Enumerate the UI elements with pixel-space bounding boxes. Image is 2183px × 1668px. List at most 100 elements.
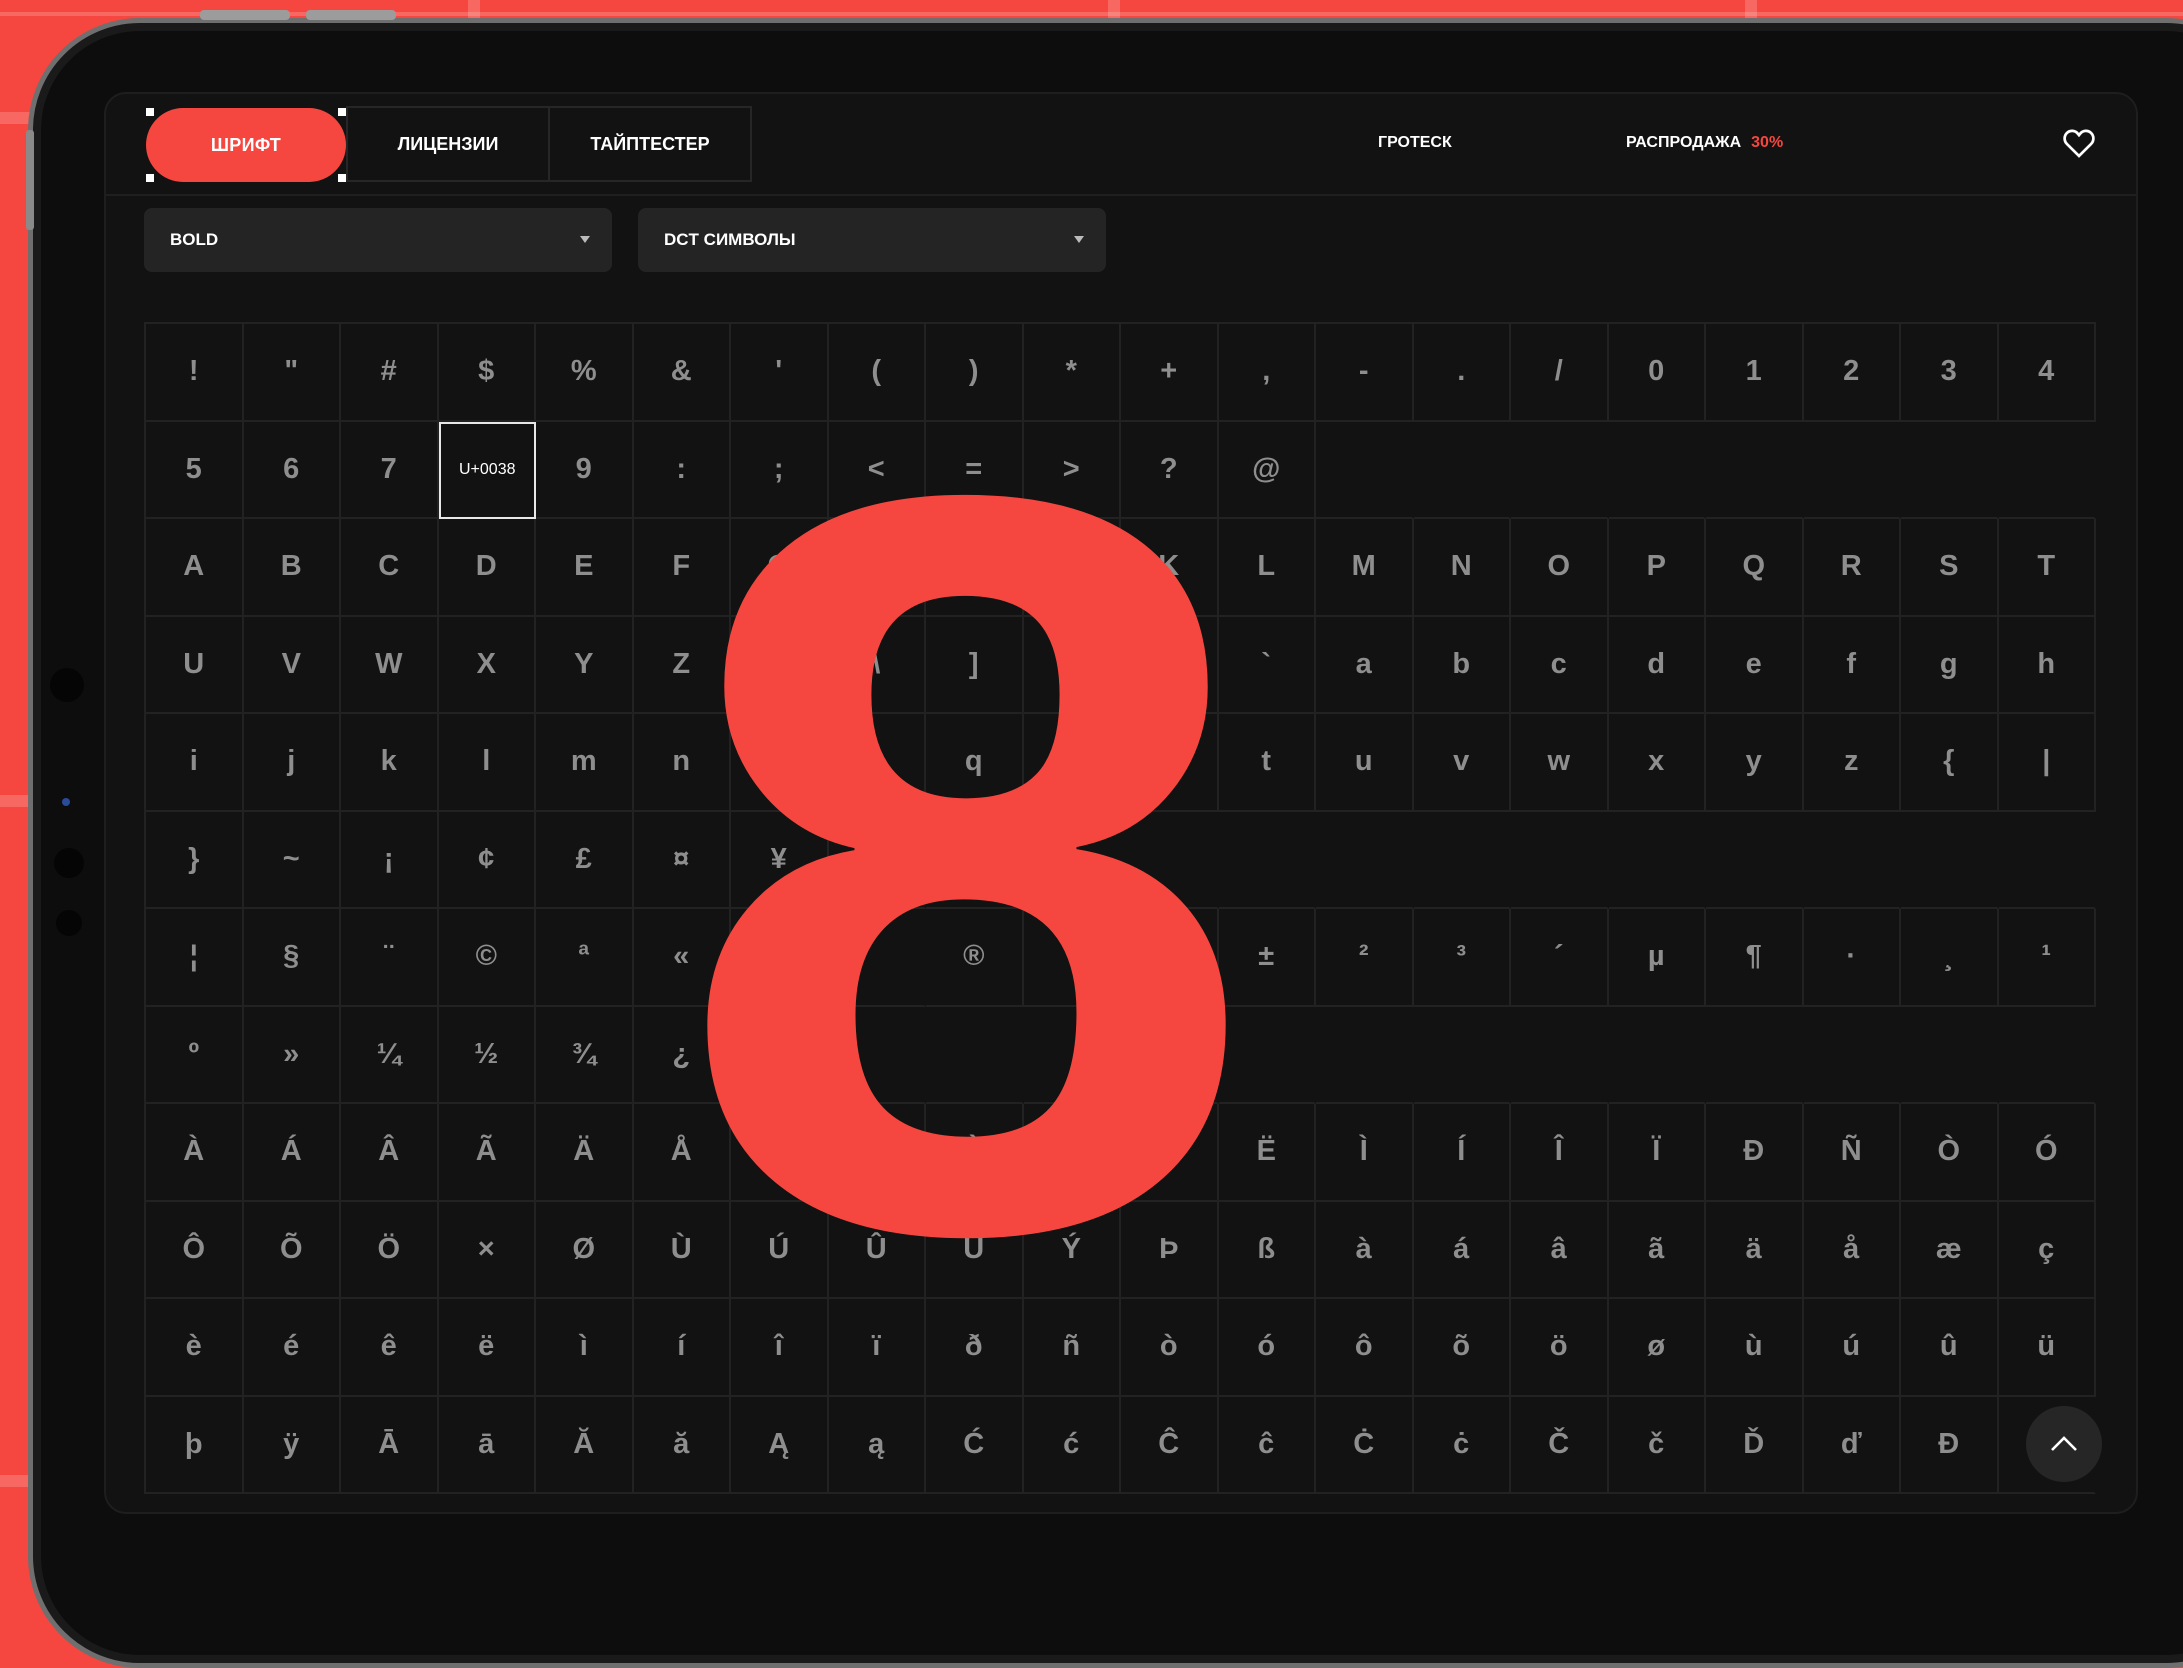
glyph-cell[interactable]: ': [731, 324, 829, 422]
glyph-cell[interactable]: #: [341, 324, 439, 422]
glyph-cell[interactable]: ď: [1803, 1396, 1901, 1494]
glyph-cell[interactable]: *: [1023, 324, 1121, 422]
glyph-cell[interactable]: :: [633, 421, 731, 519]
glyph-cell[interactable]: l: [438, 714, 536, 812]
glyph-cell[interactable]: 7: [341, 421, 439, 519]
glyph-cell[interactable]: ": [243, 324, 341, 422]
glyph-cell[interactable]: {: [1901, 714, 1999, 812]
glyph-cell[interactable]: ·: [1803, 909, 1901, 1007]
glyph-cell[interactable]: ´: [1511, 909, 1609, 1007]
glyph-cell[interactable]: Ċ: [1316, 1396, 1414, 1494]
glyph-cell[interactable]: Ă: [536, 1396, 634, 1494]
glyph-cell[interactable]: N: [1413, 519, 1511, 617]
glyph-cell[interactable]: \: [828, 616, 926, 714]
glyph-cell[interactable]: ô: [1316, 1299, 1414, 1397]
glyph-cell[interactable]: ì: [536, 1299, 634, 1397]
glyph-cell[interactable]: ?: [1121, 421, 1219, 519]
glyph-cell[interactable]: X: [438, 616, 536, 714]
glyph-cell[interactable]: C: [341, 519, 439, 617]
glyph-cell[interactable]: ¼: [341, 1006, 439, 1104]
scroll-to-top-button[interactable]: [2026, 1406, 2102, 1482]
glyph-cell[interactable]: 2: [1803, 324, 1901, 422]
glyph-cell[interactable]: P: [1608, 519, 1706, 617]
glyph-cell[interactable]: ¨: [341, 909, 439, 1007]
glyph-cell[interactable]: »: [243, 1006, 341, 1104]
glyph-cell[interactable]: ą: [828, 1396, 926, 1494]
glyph-cell[interactable]: ó: [1218, 1299, 1316, 1397]
glyph-cell[interactable]: q: [926, 714, 1024, 812]
glyph-cell[interactable]: Ð: [1706, 1104, 1804, 1202]
glyph-cell[interactable]: [: [731, 616, 829, 714]
glyph-cell[interactable]: =: [926, 421, 1024, 519]
glyph-cell[interactable]: a: [1316, 616, 1414, 714]
glyph-cell[interactable]: 6: [243, 421, 341, 519]
glyph-cell[interactable]: °: [1121, 909, 1219, 1007]
glyph-cell[interactable]: >: [1023, 421, 1121, 519]
glyph-cell[interactable]: á: [1413, 1201, 1511, 1299]
glyph-cell[interactable]: M: [1316, 519, 1414, 617]
glyph-cell[interactable]: þ: [146, 1396, 244, 1494]
glyph-cell[interactable]: §: [243, 909, 341, 1007]
glyph-cell[interactable]: /: [1511, 324, 1609, 422]
glyph-cell[interactable]: }: [146, 811, 244, 909]
glyph-cell[interactable]: Q: [1706, 519, 1804, 617]
glyph-cell[interactable]: Ì: [1316, 1104, 1414, 1202]
glyph-cell[interactable]: H: [828, 519, 926, 617]
glyph-cell[interactable]: É: [1023, 1104, 1121, 1202]
glyph-cell[interactable]: K: [1121, 519, 1219, 617]
glyph-cell[interactable]: ĉ: [1218, 1396, 1316, 1494]
weight-dropdown[interactable]: BOLD: [144, 208, 612, 272]
glyph-cell[interactable]: Č: [1511, 1396, 1609, 1494]
glyph-cell[interactable]: ð: [926, 1299, 1024, 1397]
glyph-cell[interactable]: ¡: [341, 811, 439, 909]
glyph-cell[interactable]: ~: [243, 811, 341, 909]
glyph-cell[interactable]: Ä: [536, 1104, 634, 1202]
glyph-cell[interactable]: A: [146, 519, 244, 617]
glyph-cell[interactable]: ©: [438, 909, 536, 1007]
glyph-cell[interactable]: I: [926, 519, 1024, 617]
glyph-cell[interactable]: O: [1511, 519, 1609, 617]
glyph-cell[interactable]: ²: [1316, 909, 1414, 1007]
glyph-cell[interactable]: v: [1413, 714, 1511, 812]
glyph-cell[interactable]: G: [731, 519, 829, 617]
glyph-cell[interactable]: s: [1121, 714, 1219, 812]
glyph-cell[interactable]: «: [633, 909, 731, 1007]
glyph-cell[interactable]: ċ: [1413, 1396, 1511, 1494]
glyph-cell[interactable]: å: [1803, 1201, 1901, 1299]
glyph-cell[interactable]: À: [146, 1104, 244, 1202]
glyph-cell[interactable]: !: [146, 324, 244, 422]
glyph-cell[interactable]: Ý: [1023, 1201, 1121, 1299]
glyph-cell[interactable]: ñ: [1023, 1299, 1121, 1397]
glyph-cell[interactable]: Ô: [146, 1201, 244, 1299]
glyph-cell[interactable]: ¹: [1998, 909, 2096, 1007]
glyph-cell[interactable]: g: [1901, 616, 1999, 714]
glyph-cell[interactable]: ç: [1998, 1201, 2096, 1299]
glyph-cell[interactable]: Å: [633, 1104, 731, 1202]
glyph-cell[interactable]: ö: [1511, 1299, 1609, 1397]
glyph-cell[interactable]: ¦: [146, 909, 244, 1007]
glyph-cell[interactable]: z: [1803, 714, 1901, 812]
glyph-cell[interactable]: ½: [438, 1006, 536, 1104]
glyph-cell[interactable]: D: [438, 519, 536, 617]
glyph-cell[interactable]: ü: [1998, 1299, 2096, 1397]
glyph-cell-selected[interactable]: U+0038: [438, 421, 536, 519]
heart-icon[interactable]: [2062, 128, 2096, 158]
glyph-cell[interactable]: T: [1998, 519, 2096, 617]
glyph-cell[interactable]: ³: [1413, 909, 1511, 1007]
glyph-cell[interactable]: Ê: [1121, 1104, 1219, 1202]
glyph-cell[interactable]: h: [1998, 616, 2096, 714]
glyph-cell[interactable]: Í: [1413, 1104, 1511, 1202]
glyph-cell[interactable]: Z: [633, 616, 731, 714]
glyph-cell[interactable]: c: [1511, 616, 1609, 714]
glyph-cell[interactable]: Ã: [438, 1104, 536, 1202]
glyph-cell[interactable]: W: [341, 616, 439, 714]
glyph-cell[interactable]: ,: [1218, 324, 1316, 422]
glyph-cell[interactable]: ï: [828, 1299, 926, 1397]
glyph-cell[interactable]: £: [536, 811, 634, 909]
glyph-cell[interactable]: _: [1121, 616, 1219, 714]
glyph-cell[interactable]: (: [828, 324, 926, 422]
glyph-cell[interactable]: Ü: [926, 1201, 1024, 1299]
glyph-cell[interactable]: J: [1023, 519, 1121, 617]
glyph-cell[interactable]: Ò: [1901, 1104, 1999, 1202]
glyph-cell[interactable]: ¬: [731, 909, 829, 1007]
